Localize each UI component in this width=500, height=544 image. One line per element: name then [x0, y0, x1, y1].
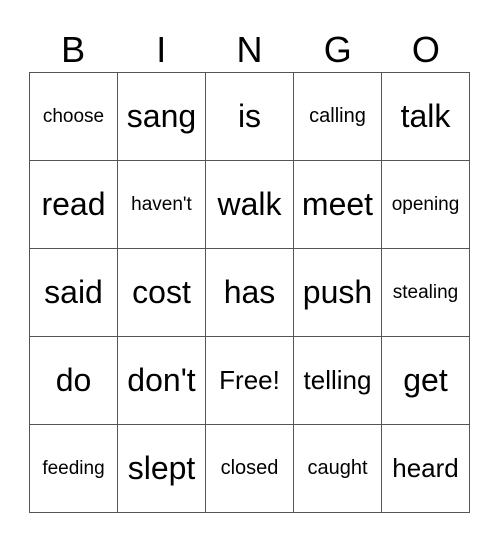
cell-word: said — [44, 274, 103, 310]
bingo-cell[interactable]: meet — [293, 160, 382, 249]
cell-word: Free! — [219, 365, 280, 395]
cell-word: heard — [392, 453, 459, 483]
bingo-cell[interactable]: read — [29, 160, 118, 249]
cell-word: get — [403, 362, 448, 398]
bingo-cell[interactable]: feeding — [29, 424, 118, 513]
bingo-cell[interactable]: don't — [117, 336, 206, 425]
bingo-header: B I N G O — [29, 28, 470, 72]
bingo-card: choose sang is calling talk read haven't walk me… — [29, 72, 470, 513]
cell-word: push — [302, 274, 373, 310]
cell-word: cost — [132, 274, 191, 310]
bingo-cell[interactable]: talk — [381, 72, 470, 161]
bingo-cell[interactable]: slept — [117, 424, 206, 513]
bingo-cell[interactable]: has — [205, 248, 294, 337]
bingo-row: feeding slept closed caught heard — [29, 424, 470, 513]
cell-word: meet — [301, 186, 374, 222]
cell-word: haven't — [131, 193, 192, 215]
bingo-row: choose sang is calling talk — [29, 72, 470, 161]
cell-word: telling — [303, 365, 372, 395]
bingo-cell[interactable]: cost — [117, 248, 206, 337]
header-letter-i: I — [156, 29, 167, 70]
cell-word: stealing — [392, 281, 459, 303]
cell-word: caught — [307, 457, 368, 479]
bingo-row: read haven't walk meet opening — [29, 160, 470, 249]
cell-word: calling — [309, 105, 366, 127]
bingo-cell[interactable]: calling — [293, 72, 382, 161]
header-letter-o: O — [411, 29, 440, 70]
bingo-cell[interactable]: choose — [29, 72, 118, 161]
free-space-cell[interactable]: Free! — [205, 336, 294, 425]
cell-word: slept — [127, 450, 196, 486]
bingo-cell[interactable]: walk — [205, 160, 294, 249]
cell-word: opening — [391, 193, 460, 215]
header-letter-n: N — [236, 29, 263, 70]
bingo-row: do don't Free! telling get — [29, 336, 470, 425]
cell-word: closed — [220, 457, 279, 479]
header-letter-b: B — [61, 29, 86, 70]
cell-word: is — [237, 98, 262, 134]
cell-word: has — [223, 274, 276, 310]
cell-word: choose — [42, 105, 105, 127]
bingo-cell[interactable]: get — [381, 336, 470, 425]
cell-word: sang — [126, 98, 197, 134]
bingo-cell[interactable]: caught — [293, 424, 382, 513]
bingo-cell[interactable]: sang — [117, 72, 206, 161]
bingo-cell[interactable]: closed — [205, 424, 294, 513]
bingo-cell[interactable]: said — [29, 248, 118, 337]
bingo-cell[interactable]: heard — [381, 424, 470, 513]
cell-word: read — [41, 186, 106, 222]
cell-word: talk — [400, 98, 451, 134]
cell-word: feeding — [42, 457, 105, 479]
bingo-cell[interactable]: stealing — [381, 248, 470, 337]
cell-word: do — [55, 362, 92, 398]
bingo-cell[interactable]: push — [293, 248, 382, 337]
cell-word: walk — [217, 186, 282, 222]
bingo-cell[interactable]: do — [29, 336, 118, 425]
bingo-cell[interactable]: is — [205, 72, 294, 161]
bingo-row: said cost has push stealing — [29, 248, 470, 337]
bingo-cell[interactable]: opening — [381, 160, 470, 249]
cell-word: don't — [127, 362, 196, 398]
header-letter-g: G — [323, 29, 352, 70]
bingo-cell[interactable]: telling — [293, 336, 382, 425]
bingo-cell[interactable]: haven't — [117, 160, 206, 249]
